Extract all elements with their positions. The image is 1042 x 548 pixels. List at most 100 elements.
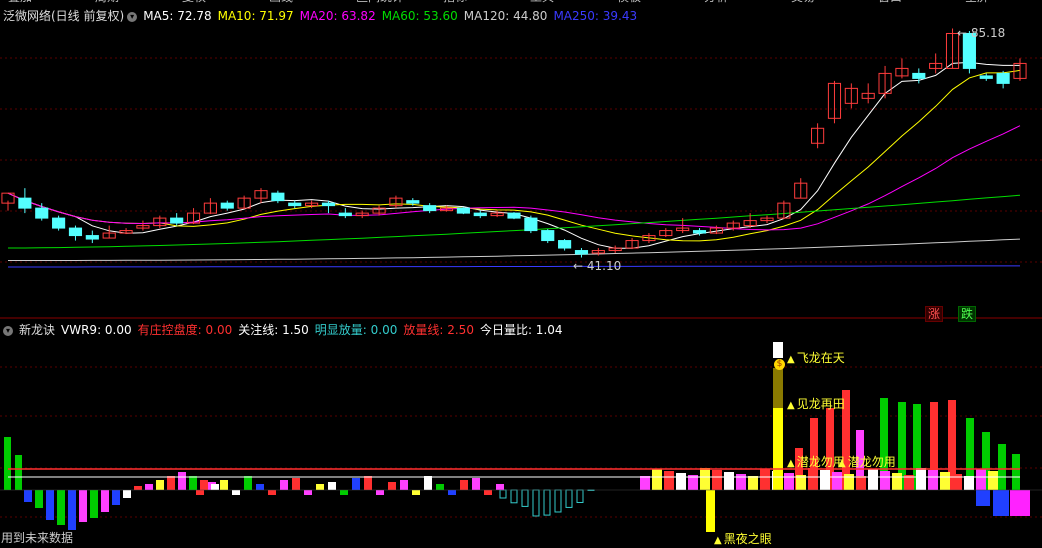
main-chart-grid	[0, 58, 1042, 262]
indicator-bar	[376, 490, 384, 495]
legend-今日量比: 今日量比: 1.04	[480, 323, 563, 337]
indicator-bar	[35, 490, 43, 508]
candle-down	[272, 193, 284, 200]
ma250-line	[8, 266, 1020, 267]
legend-ma20: MA20: 63.82	[300, 9, 376, 23]
indicator-bar	[436, 484, 444, 490]
legend-vwr9: VWR9: 0.00	[61, 323, 132, 337]
indicator-bar	[90, 490, 98, 518]
symbol-label[interactable]: 泛微网络(日线 前复权)	[3, 9, 124, 23]
chevron-down-icon[interactable]: ▾	[3, 326, 13, 336]
legend-关注线: 关注线: 1.50	[238, 323, 309, 337]
legend-有庄控盘度: 有庄控盘度: 0.00	[138, 323, 233, 337]
indicator-bar	[998, 444, 1006, 490]
indicator-bar	[928, 470, 938, 490]
low-price-label: ← 41.10	[571, 259, 623, 273]
candle-down	[36, 208, 48, 218]
menu-item[interactable]: 模板	[617, 0, 641, 5]
indicator-bar	[352, 478, 360, 490]
indicator-bar	[123, 490, 131, 498]
indicator-bar	[820, 470, 830, 490]
indicator-bars	[4, 342, 1030, 532]
zhang-badge[interactable]: 涨	[925, 306, 943, 322]
indicator-bar	[460, 480, 468, 490]
indicator-bar	[1012, 454, 1020, 490]
indicator-bar	[500, 490, 506, 498]
indicator-bar	[232, 490, 240, 495]
candle-down	[457, 208, 469, 213]
indicator-bar	[511, 490, 517, 503]
legend-ma10: MA10: 71.97	[218, 9, 294, 23]
indicator-bar	[79, 490, 87, 522]
dollar-icon: $	[774, 359, 785, 370]
indicator-bar	[748, 476, 758, 490]
indicator-bar	[4, 437, 11, 490]
signal-qianlong-2: ▲潜龙勿用	[838, 455, 896, 471]
candle-down	[693, 231, 705, 233]
candle-down	[53, 218, 65, 228]
indicator-bar	[400, 480, 408, 490]
indicator-bar	[211, 484, 219, 490]
high-price-label: ← 85.18	[955, 26, 1007, 40]
indicator-bar	[328, 482, 336, 490]
indicator-bar	[712, 470, 722, 490]
indicator-bar	[57, 490, 65, 525]
indicator-bar	[167, 476, 175, 490]
candle-down	[289, 203, 301, 205]
menu-item[interactable]: 指标	[443, 0, 467, 5]
candle-down	[322, 203, 334, 205]
chevron-down-icon[interactable]: ▾	[127, 12, 137, 22]
candle-down	[913, 73, 925, 78]
candle-down	[407, 201, 419, 203]
candle-down	[508, 213, 520, 218]
legend-ma60: MA60: 53.60	[382, 9, 458, 23]
indicator-bar	[533, 490, 539, 516]
indicator-bar	[577, 490, 583, 502]
footer-note: 用到未来数据	[1, 529, 73, 546]
indicator-bar	[316, 484, 324, 490]
indicator-bar	[952, 474, 962, 490]
indicator-bar	[844, 474, 854, 490]
indicator-bar	[808, 468, 818, 490]
menu-item[interactable]: 区间统计	[356, 0, 404, 5]
indicator-bar	[304, 490, 312, 495]
indicator-bar	[484, 490, 492, 495]
menu-item[interactable]: 窗口	[878, 0, 902, 5]
indicator-bar	[832, 472, 842, 490]
ma-legend: MA5: 72.78MA10: 71.97MA20: 63.82MA60: 53…	[143, 9, 643, 23]
legend-放量线: 放量线: 2.50	[403, 323, 474, 337]
indicator-bar	[760, 469, 770, 490]
candle-down	[221, 203, 233, 208]
candle-down	[19, 198, 31, 208]
candle-down	[525, 218, 537, 230]
indicator-bar	[496, 484, 504, 490]
menu-item[interactable]: 交易	[791, 0, 815, 5]
legend-ma120: MA120: 44.80	[464, 9, 548, 23]
legend-明显放量: 明显放量: 0.00	[315, 323, 398, 337]
indicator-bar	[101, 490, 109, 512]
indicator-bar	[424, 476, 432, 490]
indicator-bar	[880, 471, 890, 490]
ma120-line	[8, 239, 1020, 260]
indicator-bar	[46, 490, 54, 520]
candle-down	[424, 206, 436, 211]
menu-item[interactable]: 画线	[269, 0, 293, 5]
signal-column	[773, 342, 783, 358]
indicator-bar	[993, 490, 1009, 516]
indicator-bar	[364, 476, 372, 490]
indicator-bar	[200, 480, 208, 490]
menu-item[interactable]: 叠加	[8, 0, 32, 5]
menu-item[interactable]: 分析	[704, 0, 728, 5]
indicator-bar	[145, 484, 153, 490]
indicator-bar	[292, 478, 300, 490]
menu-item[interactable]: 全屏	[965, 0, 989, 5]
sub-chart-title[interactable]: 新龙诀	[19, 323, 55, 337]
menu-item[interactable]: 工具	[530, 0, 554, 5]
indicator-bar	[1010, 490, 1030, 516]
menu-item[interactable]: 复权	[182, 0, 206, 5]
candle-down	[474, 213, 486, 215]
menu-item[interactable]: 周期	[95, 0, 119, 5]
indicator-bar	[472, 478, 480, 490]
die-badge[interactable]: 跌	[958, 306, 976, 322]
indicator-bar	[892, 473, 902, 490]
